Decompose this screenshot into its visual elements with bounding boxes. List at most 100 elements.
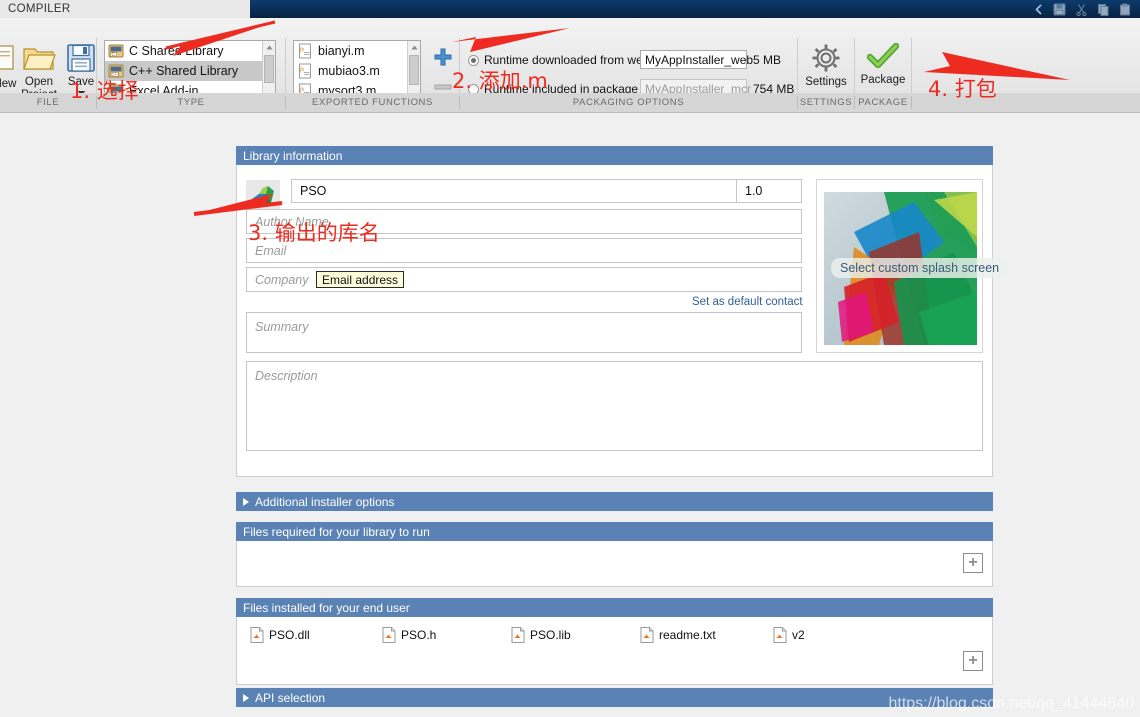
exported-function-label: mubiao3.m [318, 64, 380, 78]
svg-text:C++: C++ [111, 72, 120, 77]
exported-function-item[interactable]: fx bianyi.m [294, 41, 420, 61]
section-label-exported-functions: EXPORTED FUNCTIONS [312, 97, 433, 108]
annotation-step-2: 2. 添加.m [452, 69, 548, 93]
annotation-arrow-2 [452, 28, 570, 52]
annotation-arrow-1 [160, 20, 276, 56]
tab-compiler-label: COMPILER [8, 3, 71, 15]
installed-file-label: PSO.h [401, 628, 437, 642]
api-selection-panel: API selection [236, 688, 993, 707]
watermark: https://blog.csdn.net/qq_41444640 [888, 695, 1134, 712]
save-floppy-icon [67, 44, 95, 72]
runtime-web-size: 5 MB [753, 52, 782, 67]
copy-icon[interactable] [1097, 3, 1110, 16]
remove-exported-function-button[interactable] [434, 80, 452, 90]
installed-file-label: readme.txt [659, 628, 716, 642]
section-label-packaging-options: PACKAGING OPTIONS [572, 97, 685, 108]
files-installed-panel: Files installed for your end user PSO.dl… [236, 598, 993, 685]
expand-triangle-icon [243, 693, 249, 702]
annotation-step-4: 4. 打包 [928, 77, 997, 101]
installed-file-item[interactable]: PSO.dll [250, 627, 310, 643]
files-required-title: Files required for your library to run [243, 524, 430, 539]
installed-file-item[interactable]: PSO.lib [511, 627, 571, 643]
m-function-icon: fx [299, 43, 311, 59]
quick-access-toolbar [995, 0, 1140, 18]
api-selection-header[interactable]: API selection [236, 688, 993, 707]
section-label-package: PACKAGE [858, 97, 908, 108]
library-version-value: 1.0 [745, 184, 763, 198]
summary-placeholder: Summary [255, 320, 309, 334]
installed-file-label: PSO.lib [530, 628, 571, 642]
email-address-tooltip-text: Email address [322, 272, 399, 287]
library-information-panel: Library information PSO 1.0 Author Name [236, 146, 1009, 477]
add-required-file-label: + [968, 554, 978, 571]
window-titlebar: COMPILER [0, 0, 1140, 18]
additional-installer-options-panel: Additional installer options [236, 492, 993, 511]
email-placeholder: Email [255, 243, 287, 258]
matlab-file-icon [773, 627, 787, 643]
tab-compiler[interactable]: COMPILER [0, 0, 110, 18]
matlab-file-icon [382, 627, 396, 643]
installed-file-item[interactable]: readme.txt [640, 627, 716, 643]
package-label: Package [860, 74, 906, 86]
additional-installer-options-header[interactable]: Additional installer options [236, 492, 993, 511]
cpp-library-icon: C++ [108, 64, 124, 78]
installed-file-item[interactable]: PSO.h [382, 627, 436, 643]
email-address-tooltip: Email address [316, 271, 405, 288]
svg-text:C: C [112, 52, 116, 58]
files-installed-title: Files installed for your end user [243, 600, 410, 615]
set-default-contact-link[interactable]: Set as default contact [692, 296, 803, 308]
exported-function-item[interactable]: fx mubiao3.m [294, 61, 420, 81]
description-textarea[interactable]: Description [246, 361, 983, 451]
type-item-cpp-shared-library[interactable]: C++ C++ Shared Library [105, 61, 275, 81]
api-selection-title: API selection [255, 690, 326, 705]
scroll-thumb[interactable] [409, 55, 419, 85]
svg-text:fx: fx [300, 66, 305, 73]
open-folder-icon [23, 48, 56, 70]
matlab-file-icon [250, 627, 264, 643]
cut-icon[interactable] [1075, 3, 1088, 16]
library-information-header[interactable]: Library information [236, 146, 993, 165]
open-project-label-1: Open [24, 76, 54, 88]
minus-icon [434, 84, 452, 90]
c-library-icon: C [108, 44, 124, 58]
files-required-panel: Files required for your library to run + [236, 522, 993, 587]
additional-installer-options-title: Additional installer options [255, 494, 395, 509]
checkmark-icon [867, 43, 899, 69]
matlab-file-icon [511, 627, 525, 643]
m-function-icon: fx [299, 63, 311, 79]
summary-textarea[interactable]: Summary [246, 312, 802, 353]
qat-expand-arrow[interactable] [1032, 0, 1044, 18]
library-name-value: PSO [300, 184, 327, 198]
main-content-area: Library information PSO 1.0 Author Name [0, 113, 1140, 717]
annotation-step-3: 3. 输出的库名 [248, 221, 380, 245]
scroll-up-arrow[interactable] [408, 41, 420, 54]
installed-file-label: PSO.dll [269, 628, 310, 642]
files-required-body: + [236, 541, 993, 587]
library-name-input[interactable]: PSO [291, 179, 787, 203]
runtime-web-installer-name[interactable]: MyAppInstaller_web [640, 50, 753, 69]
installed-file-item[interactable]: v2 [773, 627, 805, 643]
library-information-title: Library information [243, 148, 343, 163]
add-installed-file-button[interactable]: + [963, 651, 983, 671]
exported-function-label: bianyi.m [318, 44, 365, 58]
splash-screen-selector[interactable]: Select custom splash screen [816, 179, 1009, 353]
section-label-settings: SETTINGS [799, 97, 853, 108]
matlab-file-icon [640, 627, 654, 643]
description-placeholder: Description [255, 369, 318, 383]
type-item-label: C++ Shared Library [129, 64, 239, 78]
library-version-input[interactable]: 1.0 [736, 179, 802, 203]
add-installed-file-label: + [968, 652, 978, 669]
expand-triangle-icon [243, 497, 249, 506]
files-installed-header: Files installed for your end user [236, 598, 993, 617]
ribbon-tab-strip: COMPILER [0, 0, 250, 18]
annotation-step-1: 1. 选择 [70, 79, 139, 103]
files-required-header: Files required for your library to run [236, 522, 993, 541]
save-icon[interactable] [1053, 3, 1066, 16]
installed-file-label: v2 [792, 628, 805, 642]
add-required-file-button[interactable]: + [963, 553, 983, 573]
company-placeholder: Company [255, 272, 309, 287]
annotation-arrow-3 [193, 194, 288, 216]
paste-icon[interactable] [1119, 3, 1132, 16]
gear-icon [812, 44, 840, 72]
library-information-body: PSO 1.0 Author Name Email Company Email … [236, 165, 1009, 477]
